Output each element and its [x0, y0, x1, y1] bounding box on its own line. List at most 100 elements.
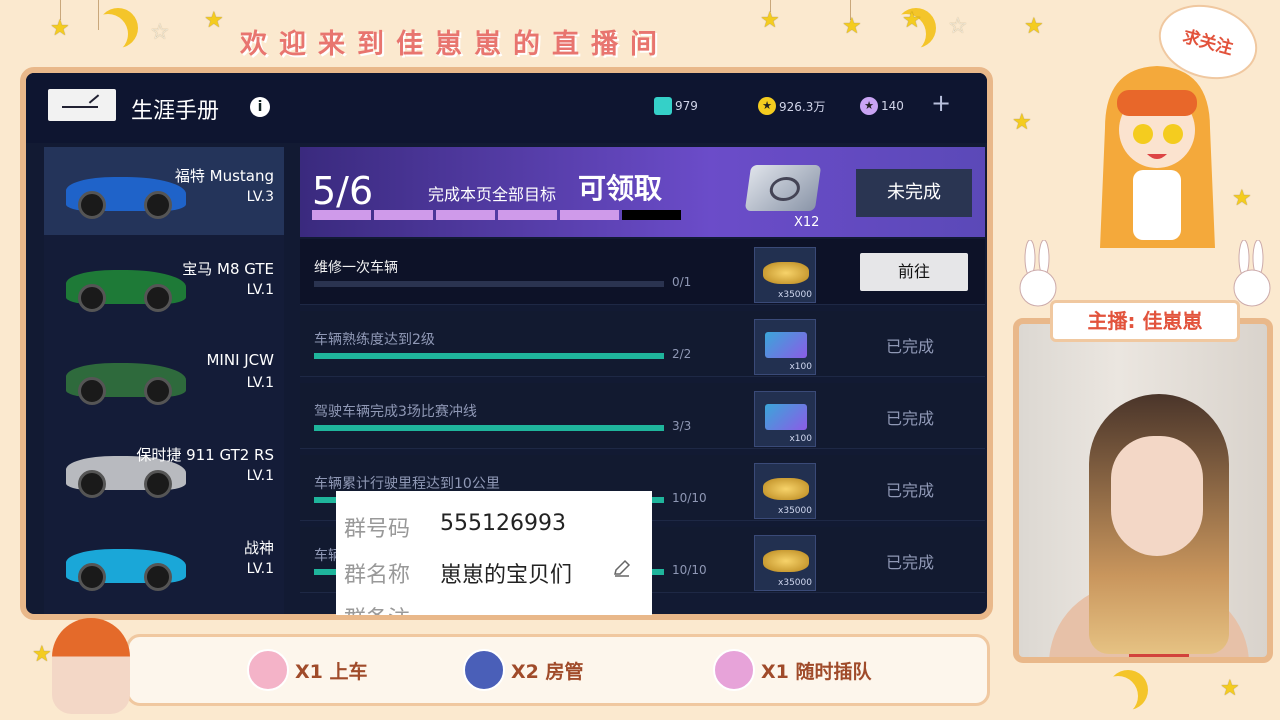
perks-bar: X1 上车 X2 房管 X1 随时插队	[126, 634, 990, 706]
car-name: 宝马 M8 GTE	[182, 260, 274, 278]
group-name-row: 群名称 崽崽的宝贝们	[344, 557, 572, 589]
task-reward[interactable]: x35000	[754, 535, 816, 591]
car-name: 战神	[243, 539, 274, 557]
task-count: 0/1	[672, 275, 692, 289]
star-icon: ★	[32, 642, 52, 667]
add-currency-button[interactable]: +	[931, 89, 951, 117]
currency-value: 140	[881, 99, 904, 113]
group-number-value[interactable]: 555126993	[440, 511, 566, 536]
task-status: 已完成	[886, 337, 935, 356]
car-name: MINI JCW	[206, 351, 274, 369]
car-level: LV.1	[246, 282, 274, 298]
car-list-item[interactable]: 福特 Mustang LV.3	[44, 147, 284, 235]
car-list-item[interactable]: MINI JCW LV.1	[44, 333, 284, 421]
task-name: 车辆累计行驶里程达到10公里	[314, 476, 500, 492]
star-icon: ★	[1012, 110, 1032, 135]
group-number-row: 群号码 555126993	[344, 511, 566, 543]
gem-icon: ★	[860, 97, 878, 115]
streamer-label: 主播: 佳崽崽	[1050, 300, 1240, 342]
perk-item: X2 房管	[463, 649, 583, 691]
reward-quantity: x35000	[778, 578, 812, 588]
task-row: 车辆熟练度达到2级 2/2 x100 已完成	[300, 311, 985, 377]
coin-icon: ★	[758, 97, 776, 115]
car-list-item[interactable]: 保时捷 911 GT2 RS LV.1	[44, 426, 284, 514]
back-button[interactable]	[48, 89, 116, 121]
page-progress-count: 5/6	[312, 169, 374, 213]
star-icon: ★	[1220, 676, 1240, 701]
task-row: 驾驶车辆完成3场比赛冲线 3/3 x100 已完成	[300, 383, 985, 449]
info-icon[interactable]: i	[250, 97, 270, 117]
task-status: 已完成	[886, 409, 935, 428]
car-image	[66, 177, 186, 219]
task-status: 已完成	[886, 481, 935, 500]
car-image	[66, 363, 186, 405]
car-list-item[interactable]: 战神 LV.1	[44, 519, 284, 607]
task-count: 2/2	[672, 347, 692, 361]
reward-quantity: x35000	[778, 290, 812, 300]
task-reward[interactable]: x100	[754, 319, 816, 375]
reward-quantity: x35000	[778, 506, 812, 516]
task-reward[interactable]: x35000	[754, 247, 816, 303]
progress-segment	[622, 210, 681, 220]
shooting-star-icon: ☆	[948, 14, 968, 39]
perk-label: X2 房管	[511, 660, 584, 683]
star-icon: ★	[760, 8, 780, 33]
reward-chest-count: X12	[794, 215, 820, 230]
currency-gems: ★ 140	[860, 97, 904, 115]
gold-coins-icon	[763, 262, 809, 284]
group-remark-row: 群备注	[344, 601, 410, 615]
car-name: 福特 Mustang	[174, 167, 274, 185]
page-status-button[interactable]: 未完成	[856, 169, 972, 217]
star-icon: ★	[1232, 186, 1252, 211]
star-icon: ★	[902, 8, 922, 33]
task-reward[interactable]: x100	[754, 391, 816, 447]
mascot-girl-illustration	[52, 618, 130, 714]
group-number-label: 群号码	[344, 517, 411, 542]
task-count: 10/10	[672, 563, 707, 577]
page-progress-bar	[312, 210, 681, 220]
task-progress-fill	[314, 353, 664, 359]
group-name-label: 群名称	[344, 563, 411, 588]
star-icon: ★	[204, 8, 224, 33]
star-icon: ★	[1024, 14, 1044, 39]
gold-coins-icon	[763, 478, 809, 500]
perk-item: X1 随时插队	[713, 649, 871, 691]
welcome-banner: 欢迎来到佳崽崽的直播间	[240, 29, 669, 60]
car-image	[66, 270, 186, 312]
car-level: LV.1	[246, 561, 274, 577]
currency-tickets: 979	[654, 97, 698, 115]
mascot-illustration	[1100, 66, 1215, 248]
group-remark-label: 群备注	[344, 607, 410, 615]
shooting-star-icon: ☆	[150, 20, 170, 45]
moon-icon	[1108, 670, 1148, 710]
gold-coins-icon	[763, 550, 809, 572]
car-level: LV.3	[246, 189, 274, 205]
task-name: 车辆熟练度达到2级	[314, 332, 435, 348]
car-level: LV.1	[246, 375, 274, 391]
task-progress-fill	[314, 425, 664, 431]
progress-segment	[498, 210, 557, 220]
reward-quantity: x100	[789, 362, 812, 372]
edit-icon[interactable]	[612, 558, 632, 578]
car-name: 保时捷 911 GT2 RS	[136, 446, 274, 464]
pink-girl-avatar	[713, 649, 755, 691]
task-progress-bar	[314, 425, 664, 431]
cake-avatar	[247, 649, 289, 691]
progress-segment	[560, 210, 619, 220]
go-button[interactable]: 前往	[860, 253, 968, 291]
task-progress-bar	[314, 353, 664, 359]
page-progress-card: 5/6 完成本页全部目标 可领取 X12 未完成	[300, 147, 985, 237]
task-status: 已完成	[886, 553, 935, 572]
task-row: 维修一次车辆 0/1 x35000 前往	[300, 239, 985, 305]
currency-value: 979	[675, 99, 698, 113]
reward-chest-icon[interactable]	[744, 165, 822, 211]
progress-segment	[312, 210, 371, 220]
progress-segment	[436, 210, 495, 220]
stream-overlay: { "overlay": { "banner": "欢迎来到佳崽崽的直播间", …	[0, 0, 1280, 720]
car-list-item[interactable]: 宝马 M8 GTE LV.1	[44, 240, 284, 328]
task-reward[interactable]: x35000	[754, 463, 816, 519]
game-header: 生涯手册 i 979 ★ 926.3万 ★ 140 +	[26, 73, 987, 143]
ticket-icon	[654, 97, 672, 115]
group-name-value: 崽崽的宝贝们	[440, 563, 573, 588]
perk-label: X1 上车	[295, 660, 368, 683]
